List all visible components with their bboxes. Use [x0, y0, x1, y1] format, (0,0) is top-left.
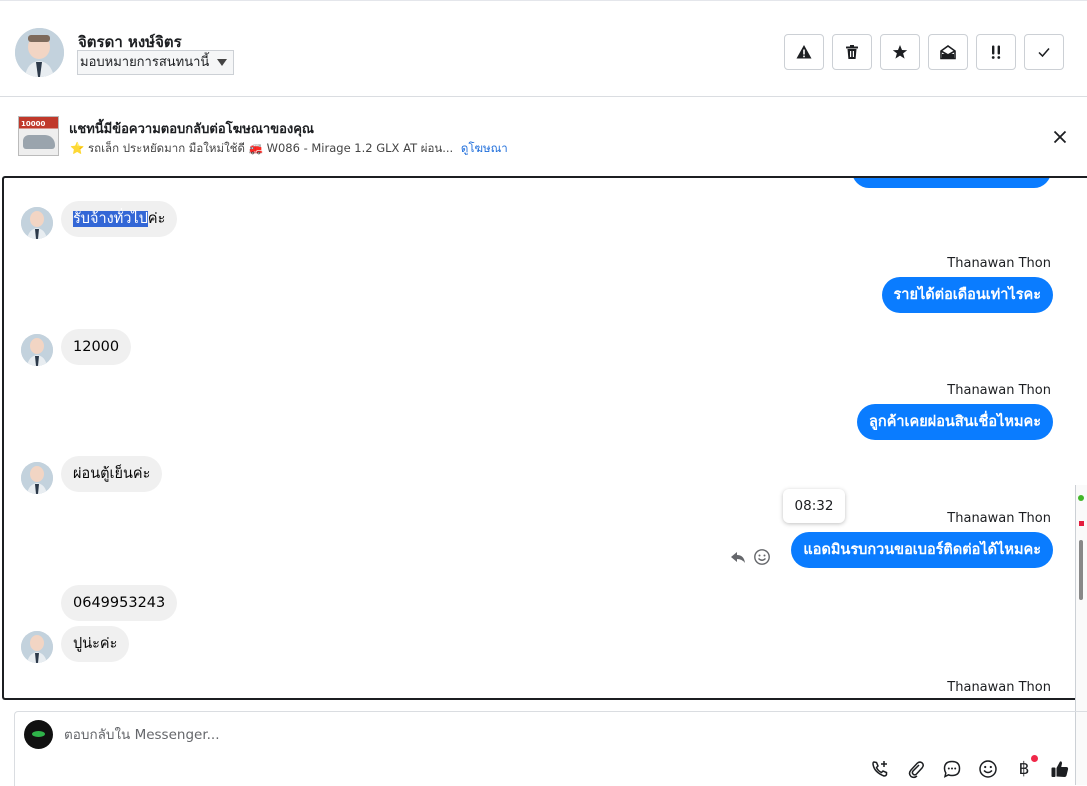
- ad-description-text: ⭐ รถเล็ก ประหยัดมาก มือใหม่ใช้ดี 🚒 W086 …: [70, 141, 454, 155]
- payment-button[interactable]: ฿: [1014, 755, 1038, 779]
- attach-button[interactable]: [906, 759, 926, 779]
- ad-thumbnail-text: 10000: [21, 120, 46, 128]
- ad-banner-title: แชทนี้มีข้อความตอบกลับต่อโฆษณาของคุณ: [69, 122, 314, 137]
- outgoing-message-bubble[interactable]: [852, 178, 1051, 188]
- ad-thumbnail[interactable]: 10000: [18, 116, 59, 156]
- emoji-icon: [979, 760, 997, 778]
- page-logo: [32, 731, 45, 737]
- warning-icon: [796, 45, 812, 59]
- online-indicator: [1078, 495, 1084, 501]
- contact-avatar-small: [21, 334, 53, 366]
- mark-unread-button[interactable]: [928, 34, 968, 70]
- message-text: ค่ะ: [147, 211, 166, 227]
- incoming-message-bubble[interactable]: รับจ้างทั่วไปค่ะ: [61, 201, 178, 237]
- outgoing-message-bubble[interactable]: ลูกค้าเคยผ่อนสินเชื่อไหมคะ: [857, 404, 1053, 440]
- mark-spam-button[interactable]: [784, 34, 824, 70]
- top-edge: [0, 0, 1087, 8]
- timestamp-tooltip: 08:32: [783, 489, 845, 523]
- incoming-message-bubble[interactable]: 12000: [61, 329, 132, 365]
- contact-avatar-small: [21, 631, 53, 663]
- composer-actions: ฿: [870, 755, 1070, 779]
- view-ad-link[interactable]: ดูโฆษณา: [461, 141, 508, 155]
- trash-icon: [846, 45, 858, 59]
- star-icon: [892, 45, 908, 59]
- incoming-message-bubble[interactable]: ผ่อนตู้เย็นค่ะ: [61, 456, 163, 492]
- contact-avatar-small: [21, 462, 53, 494]
- saved-replies-button[interactable]: [942, 759, 962, 779]
- chat-bubble-icon: [943, 760, 961, 778]
- envelope-open-icon: [940, 45, 956, 60]
- reply-icon[interactable]: [729, 548, 747, 566]
- close-icon: [1053, 130, 1067, 144]
- conversation-toolbar: [784, 34, 1064, 70]
- outgoing-message-bubble[interactable]: แอดมินรบกวนขอเบอร์ติดต่อได้ไหมคะ: [791, 532, 1053, 568]
- ad-banner-description: ⭐ รถเล็ก ประหยัดมาก มือใหม่ใช้ดี 🚒 W086 …: [70, 140, 508, 158]
- paperclip-icon: [908, 761, 924, 779]
- follow-up-button[interactable]: [976, 34, 1016, 70]
- baht-icon: ฿: [1018, 759, 1030, 779]
- assign-conversation-dropdown[interactable]: มอบหมายการสนทนานี้: [77, 50, 235, 75]
- call-button[interactable]: [870, 759, 890, 779]
- mark-done-button[interactable]: [1024, 34, 1064, 70]
- caret-down-icon: [217, 59, 228, 66]
- ad-reply-banner: 10000 แชทนี้มีข้อความตอบกลับต่อโฆษณาของค…: [0, 97, 1087, 176]
- contact-avatar-small: [21, 207, 53, 239]
- sender-name: Thanawan Thon: [947, 680, 1051, 695]
- message-actions: [729, 548, 771, 566]
- incoming-message-bubble[interactable]: 0649953243: [61, 585, 178, 621]
- delete-button[interactable]: [832, 34, 872, 70]
- car-image: [23, 135, 55, 149]
- reply-composer: ฿: [14, 711, 1087, 786]
- sender-name: Thanawan Thon: [947, 256, 1051, 271]
- incoming-message-bubble[interactable]: ปูน่ะค่ะ: [61, 626, 130, 662]
- notification-dot: [1031, 755, 1038, 762]
- assign-label: มอบหมายการสนทนานี้: [80, 55, 210, 70]
- check-icon: [1038, 48, 1050, 58]
- conversation-header: จิตรดา หงษ์จิตร มอบหมายการสนทนานี้: [0, 8, 1087, 97]
- selected-text: รับจ้างทั่วไป: [73, 211, 148, 227]
- message-thread[interactable]: รับจ้างทั่วไปค่ะ Thanawan Thon รายได้ต่อ…: [2, 176, 1087, 700]
- double-exclamation-icon: [991, 45, 1001, 59]
- emoji-button[interactable]: [978, 759, 998, 779]
- thumbs-up-icon: [1051, 761, 1069, 777]
- sender-name: Thanawan Thon: [947, 383, 1051, 398]
- page-avatar: [24, 720, 53, 749]
- sender-name: Thanawan Thon: [947, 511, 1051, 526]
- like-button[interactable]: [1050, 759, 1070, 779]
- phone-plus-icon: [872, 761, 888, 777]
- outgoing-message-bubble[interactable]: รายได้ต่อเดือนเท่าไรคะ: [881, 277, 1053, 313]
- scrollbar-thumb[interactable]: [1079, 540, 1083, 600]
- alert-marker: [1079, 521, 1084, 526]
- close-banner-button[interactable]: [1050, 127, 1070, 147]
- reply-input[interactable]: [64, 726, 764, 744]
- contact-avatar[interactable]: [15, 28, 64, 77]
- star-button[interactable]: [880, 34, 920, 70]
- react-emoji-icon[interactable]: [753, 548, 771, 566]
